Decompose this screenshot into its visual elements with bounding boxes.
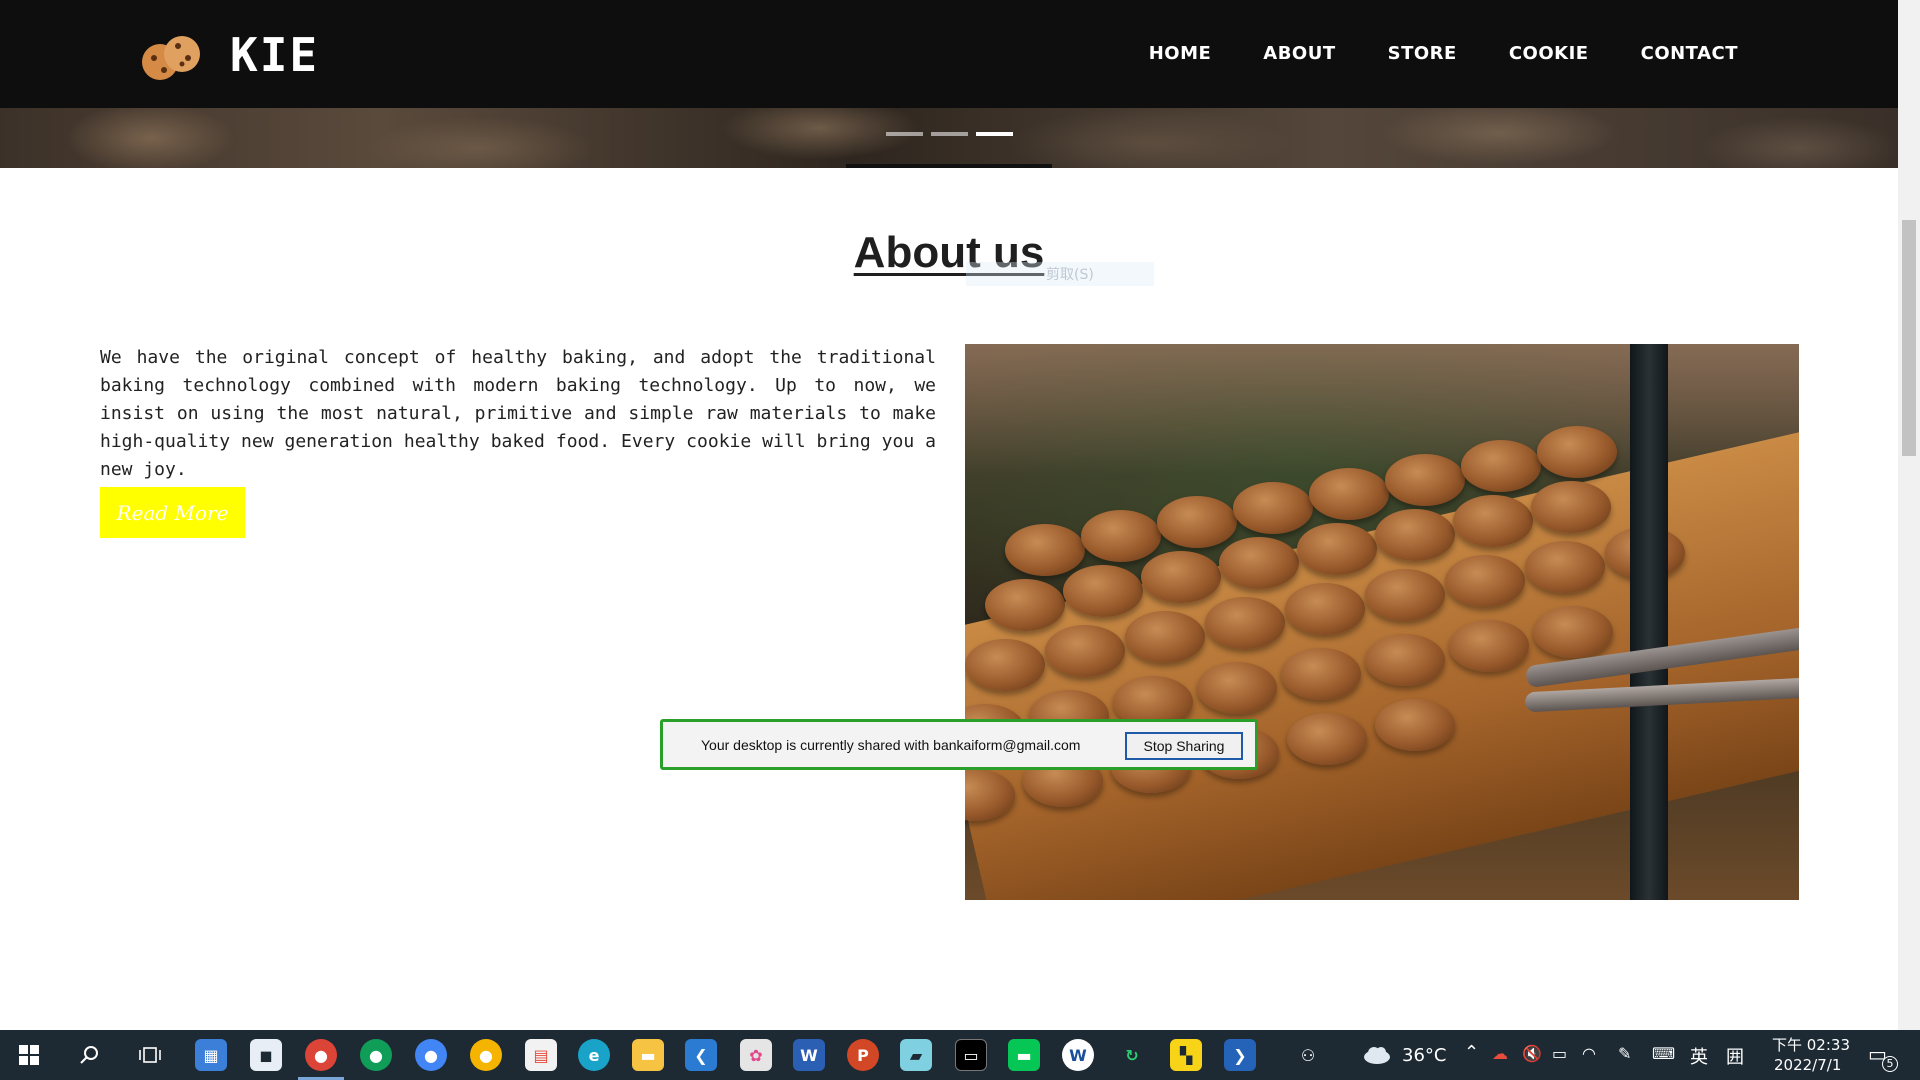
sticky-notes-icon[interactable]: ▚ [1170,1039,1202,1071]
ime-icon[interactable]: 囲 [1726,1043,1744,1069]
weather-cloud-icon[interactable] [1362,1046,1392,1064]
photo-cookie [1449,620,1529,672]
photo-cookie [1461,440,1541,492]
scrollbar-thumb[interactable] [1902,220,1916,456]
page-scrollbar[interactable] [1898,0,1920,1030]
share-message: Your desktop is currently shared with ba… [701,737,1081,753]
nav-contact[interactable]: CONTACT [1641,43,1738,64]
main-nav: HOME ABOUT STORE COOKIE CONTACT [1149,43,1738,64]
pen-icon[interactable]: ✎ [1618,1044,1631,1063]
carousel-indicators [886,132,1013,136]
photo-cookie [1385,454,1465,506]
chevron-up-icon[interactable]: ⌃ [1464,1042,1479,1063]
carousel-indicator-2[interactable] [931,132,968,136]
cookie-icon[interactable] [138,30,204,86]
photo-cookie [1219,537,1299,589]
site-header: KIE HOME ABOUT STORE COOKIE CONTACT [0,0,1898,108]
powershell-icon[interactable]: ❯ [1224,1039,1256,1071]
terminal-icon[interactable]: ▭ [955,1039,987,1071]
chrome-profile-icon[interactable]: ● [305,1039,337,1071]
carousel-indicator-1[interactable] [886,132,923,136]
photo-cookie [1445,555,1525,607]
photo-cookie [1365,634,1445,686]
chrome-icon[interactable]: ● [360,1039,392,1071]
stop-sharing-button[interactable]: Stop Sharing [1125,732,1243,760]
ghost-tooltip: 剪取(S) [966,262,1154,286]
photo-cookie [1525,541,1605,593]
photo-cookie [1141,551,1221,603]
photo-cookie [1533,606,1613,658]
cookie-photo [965,344,1799,900]
photo-cookie [1233,482,1313,534]
chrome-icon[interactable]: ● [415,1039,447,1071]
about-text: We have the original concept of healthy … [100,347,936,480]
windows-start-icon[interactable] [19,1045,39,1065]
read-more-button[interactable]: Read More [100,487,245,538]
calendar-icon[interactable]: ▦ [195,1039,227,1071]
battery-icon[interactable]: ▭ [1552,1044,1567,1063]
photo-cookie [1453,495,1533,547]
chrome-icon[interactable]: ● [470,1039,502,1071]
photo-cookie [1045,625,1125,677]
photo-cookie [1297,523,1377,575]
keyboard-icon[interactable]: ⌨ [1652,1044,1675,1063]
photo-pole [1630,344,1668,900]
photo-cookie [1005,524,1085,576]
wifi-icon[interactable]: ◠ [1582,1044,1596,1063]
people-icon[interactable]: ⚇ [1292,1039,1324,1071]
photo-cookie [1197,662,1277,714]
photo-cookie [1281,648,1361,700]
task-view-icon[interactable] [139,1045,161,1065]
app-icon[interactable]: ◼ [250,1039,282,1071]
clock-time[interactable]: 下午 02:33 [1772,1034,1850,1055]
photo-background [965,344,1799,474]
language-indicator[interactable]: 英 [1690,1043,1708,1069]
photo-cookie [1375,509,1455,561]
paint-icon[interactable]: ✿ [740,1039,772,1071]
photo-cookie [1285,583,1365,635]
edge-icon[interactable]: e [578,1039,610,1071]
brand-name[interactable]: KIE [230,28,319,82]
hero-divider [846,164,1052,168]
notes-icon[interactable]: ▰ [900,1039,932,1071]
notification-badge: 5 [1882,1056,1898,1072]
nav-store[interactable]: STORE [1388,43,1457,64]
photo-cookie [1365,569,1445,621]
powerpoint-icon[interactable]: P [847,1039,879,1071]
photo-cookie [965,639,1045,691]
app-icon[interactable]: W [1062,1039,1094,1071]
taskbar: ▦ ◼ ● ● ● ● ▤ e ▬ ❮ ✿ W P ▰ ▭ ▬ W ↻ ▚ ❯ … [0,1030,1920,1080]
photo-cookie [1375,699,1455,751]
word-icon[interactable]: W [793,1039,825,1071]
sync-icon[interactable]: ↻ [1116,1039,1148,1071]
search-icon[interactable] [78,1044,100,1066]
screen-share-bar: Your desktop is currently shared with ba… [660,719,1258,770]
photo-cookie [1309,468,1389,520]
photo-cookie [1081,510,1161,562]
carousel-indicator-3[interactable] [976,132,1013,136]
photo-cookie [985,579,1065,631]
line-icon[interactable]: ▬ [1008,1039,1040,1071]
nav-home[interactable]: HOME [1149,43,1212,64]
photo-cookie [1125,611,1205,663]
file-explorer-icon[interactable]: ▬ [632,1039,664,1071]
volume-muted-icon[interactable]: 🔇 [1522,1044,1542,1063]
photo-cookie [1287,713,1367,765]
nav-cookie[interactable]: COOKIE [1509,43,1589,64]
page: KIE HOME ABOUT STORE COOKIE CONTACT Abou… [0,0,1920,1080]
photo-cookie [1537,426,1617,478]
nav-about[interactable]: ABOUT [1263,43,1335,64]
weather-temperature[interactable]: 36°C [1402,1045,1446,1066]
photo-cookie [1205,597,1285,649]
photo-cookie [1157,496,1237,548]
clock-date[interactable]: 2022/7/1 [1774,1056,1841,1074]
vscode-icon[interactable]: ❮ [685,1039,717,1071]
about-title: About us [0,228,1898,278]
onedrive-icon[interactable]: ☁ [1492,1044,1508,1063]
photo-cookie [1063,565,1143,617]
photo-cookie [1531,481,1611,533]
store-icon[interactable]: ▤ [525,1039,557,1071]
hero-carousel [0,108,1898,168]
